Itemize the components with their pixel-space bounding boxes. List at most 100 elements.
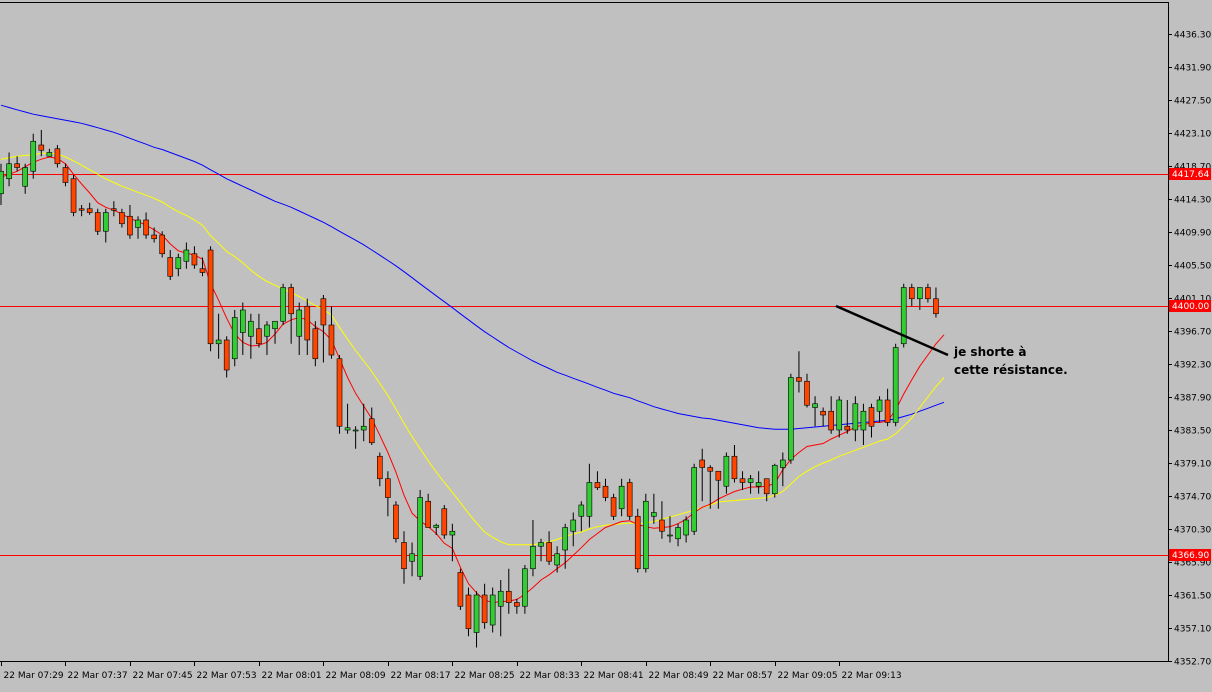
candle — [659, 501, 665, 539]
candle — [62, 163, 69, 187]
candle-body — [538, 542, 544, 547]
candle — [425, 493, 431, 528]
candle — [602, 478, 609, 502]
candle — [264, 321, 270, 355]
candle-body — [215, 339, 222, 345]
candle-body — [860, 410, 867, 431]
candle-body — [199, 268, 206, 273]
candle-body — [256, 328, 262, 345]
y-tick-label: 4352.70 — [1174, 658, 1211, 668]
candle — [804, 373, 810, 408]
candle-body — [570, 519, 577, 532]
candle — [111, 201, 117, 217]
candle — [860, 403, 867, 445]
candle-body — [715, 470, 722, 481]
candle-body — [231, 317, 238, 360]
candle — [626, 478, 633, 520]
candle-body — [796, 377, 802, 382]
candle-body — [884, 399, 891, 423]
candle — [618, 478, 625, 517]
candle — [385, 471, 391, 517]
price-label: 4417.64 — [1172, 170, 1209, 180]
candle — [288, 283, 294, 344]
candle-body — [618, 485, 625, 510]
candle — [707, 465, 714, 509]
candle-body — [401, 542, 407, 570]
candle — [175, 253, 182, 277]
candle — [530, 520, 536, 577]
candle — [836, 396, 843, 438]
candle-body — [30, 140, 37, 172]
candle — [433, 523, 440, 535]
candle-body — [473, 594, 480, 633]
candle-body — [264, 324, 270, 337]
candle-body — [731, 455, 738, 480]
candle-body — [183, 249, 190, 262]
candle-body — [296, 309, 303, 337]
x-tick-label: 22 Mar 08:17 — [391, 671, 451, 681]
candle-body — [272, 320, 278, 330]
candle-body — [111, 208, 117, 211]
candle-body — [892, 347, 899, 423]
candle-body — [385, 478, 391, 498]
moving-averages — [0, 104, 945, 604]
candle — [554, 546, 560, 573]
candle-body — [489, 594, 496, 626]
annotation-arrow — [835, 304, 949, 357]
y-tick-label: 4392.30 — [1174, 361, 1211, 371]
candle — [70, 175, 77, 217]
candle-body — [747, 478, 754, 483]
candle — [505, 568, 512, 614]
candle — [747, 475, 754, 494]
candle-body — [642, 500, 649, 570]
candle-body — [908, 287, 915, 300]
candle-body — [312, 328, 319, 360]
candle-body — [707, 467, 714, 472]
x-tick-label: 22 Mar 07:37 — [68, 671, 128, 681]
x-tick-label: 22 Mar 08:01 — [262, 671, 322, 681]
candle-body — [602, 485, 609, 498]
x-tick-label: 22 Mar 08:33 — [520, 671, 580, 681]
y-tick-label: 4423.10 — [1174, 130, 1211, 140]
candle — [933, 287, 939, 318]
chart-canvas[interactable]: 4436.304431.904427.504423.104418.704414.… — [0, 0, 1212, 688]
candle — [634, 508, 641, 573]
candle-body — [675, 527, 681, 540]
candle-body — [328, 324, 335, 356]
candle-body — [691, 467, 697, 532]
y-tick-label: 4361.50 — [1174, 592, 1211, 602]
candle — [344, 403, 351, 434]
candle-body — [771, 464, 778, 495]
candle — [46, 148, 53, 157]
candle-body — [377, 455, 383, 480]
candle — [731, 445, 738, 483]
candle — [38, 130, 45, 157]
candle-body — [828, 410, 834, 431]
candle — [393, 501, 399, 543]
candle — [788, 373, 794, 464]
candle — [465, 587, 472, 637]
y-tick-label: 4374.70 — [1174, 493, 1211, 503]
candle-body — [610, 497, 617, 517]
candle — [586, 463, 593, 528]
candle — [610, 493, 617, 520]
candle-body — [530, 545, 536, 570]
candle-body — [820, 410, 826, 416]
y-tick-label: 4436.30 — [1174, 31, 1211, 41]
candle — [852, 396, 859, 442]
candle-body — [94, 212, 101, 232]
candle — [481, 583, 488, 629]
candle — [223, 336, 230, 378]
chart-window[interactable]: 4436.30 4431.90 4427.50 4423.10 4418.70 4414.… — [0, 0, 1212, 688]
candle-body — [594, 482, 601, 489]
candle — [594, 471, 601, 490]
candle — [30, 133, 37, 179]
candle — [119, 208, 125, 228]
candle-body — [844, 425, 851, 431]
candle — [352, 426, 359, 449]
candle-body — [925, 287, 931, 300]
candle-body — [22, 167, 28, 187]
candle — [377, 452, 383, 487]
candle-body — [876, 399, 883, 412]
candle — [231, 310, 238, 367]
